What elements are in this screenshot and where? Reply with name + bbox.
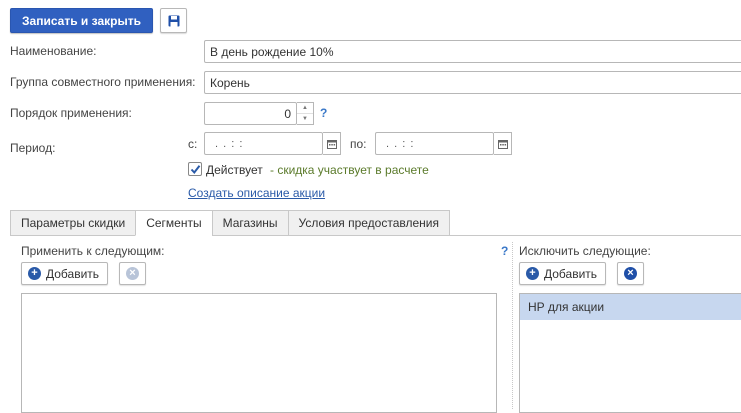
order-input[interactable]: 0 xyxy=(204,102,297,125)
exclude-remove-button[interactable]: × xyxy=(617,262,644,285)
order-help-icon[interactable]: ? xyxy=(320,106,327,120)
period-label: Период: xyxy=(10,141,56,155)
name-input[interactable]: В день рождение 10% xyxy=(204,40,741,63)
apply-remove-button[interactable]: × xyxy=(119,262,146,285)
order-label: Порядок применения: xyxy=(10,106,132,120)
active-checkbox[interactable] xyxy=(188,162,202,176)
calendar-icon xyxy=(497,139,508,149)
stepper-up-icon[interactable]: ▲ xyxy=(297,103,313,113)
active-label[interactable]: Действует xyxy=(206,163,263,177)
tab-stores[interactable]: Магазины xyxy=(211,210,288,236)
period-from-label: с: xyxy=(188,137,198,151)
active-hint: - скидка участвует в расчете xyxy=(270,163,429,177)
apply-add-button[interactable]: + Добавить xyxy=(21,262,109,285)
close-icon: × xyxy=(126,267,139,280)
tab-segments[interactable]: Сегменты xyxy=(135,210,212,236)
period-from-input[interactable]: . . : : xyxy=(204,132,323,155)
calendar-icon xyxy=(326,139,337,149)
close-icon: × xyxy=(624,267,637,280)
save-and-close-button[interactable]: Записать и закрыть xyxy=(10,8,153,33)
order-stepper[interactable]: ▲ ▼ xyxy=(297,102,314,125)
plus-icon: + xyxy=(526,267,539,280)
tab-conditions[interactable]: Условия предоставления xyxy=(287,210,450,236)
exclude-panel-title: Исключить следующие: xyxy=(519,244,651,258)
stepper-down-icon[interactable]: ▼ xyxy=(297,113,313,124)
list-item[interactable]: НР для акции xyxy=(520,294,741,320)
group-label: Группа совместного применения: xyxy=(10,75,196,89)
period-from-calendar-button[interactable] xyxy=(323,132,341,155)
create-description-link[interactable]: Создать описание акции xyxy=(188,186,325,200)
panel-divider xyxy=(512,242,513,409)
save-button[interactable] xyxy=(160,8,187,33)
tab-discount-params[interactable]: Параметры скидки xyxy=(10,210,136,236)
exclude-add-button[interactable]: + Добавить xyxy=(519,262,607,285)
exclude-add-label: Добавить xyxy=(544,266,598,281)
apply-help-icon[interactable]: ? xyxy=(501,244,508,258)
period-to-label: по: xyxy=(350,137,367,151)
apply-add-label: Добавить xyxy=(46,266,100,281)
tab-bar: Параметры скидки Сегменты Магазины Услов… xyxy=(10,210,450,236)
plus-icon: + xyxy=(28,267,41,280)
group-input[interactable]: Корень xyxy=(204,71,741,94)
period-to-input[interactable]: . . : : xyxy=(375,132,494,155)
apply-list[interactable] xyxy=(21,293,497,413)
name-label: Наименование: xyxy=(10,44,97,58)
checkmark-icon xyxy=(190,164,200,174)
floppy-disk-icon xyxy=(168,15,179,26)
apply-panel-title: Применить к следующим: xyxy=(21,244,165,258)
period-to-calendar-button[interactable] xyxy=(494,132,512,155)
